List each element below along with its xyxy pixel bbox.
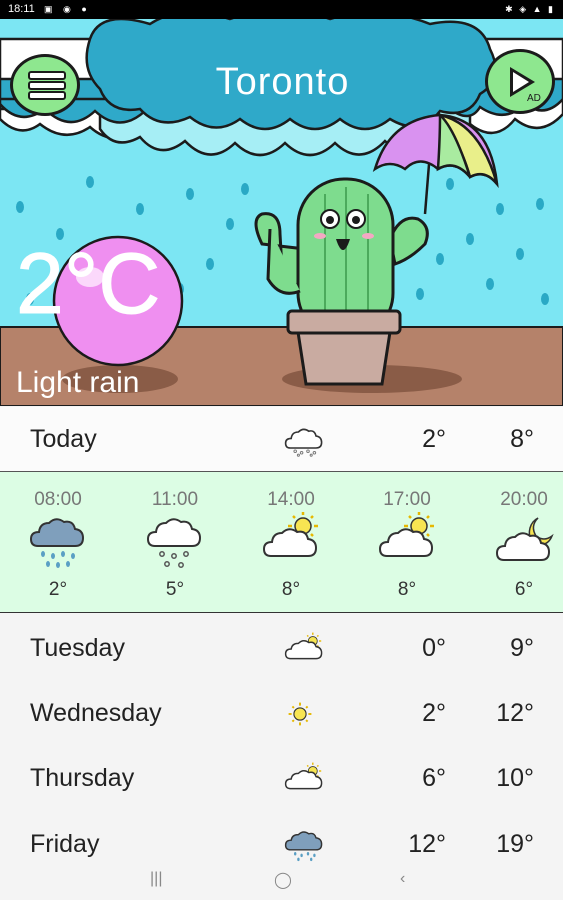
high-temp: 12° xyxy=(496,699,534,727)
hourly-forecast[interactable]: 08:00 2° 11:00 5° 14:00 8° 17:00 8° 20:0… xyxy=(0,472,563,613)
watch-ad-button[interactable]: AD xyxy=(485,49,555,114)
hour-temp: 2° xyxy=(48,579,68,600)
rain-cloud-icon xyxy=(284,831,323,862)
status-time: 18:11 xyxy=(8,3,35,15)
hour-temp: 8° xyxy=(397,579,417,600)
hour-time: 08:00 xyxy=(34,489,82,510)
day-label: Wednesday xyxy=(30,699,162,727)
status-bar: 18:11 ▣ ◉ ● ✱ ◈ ▲ ▮ xyxy=(0,0,563,19)
hour-time: 20:00 xyxy=(500,489,548,510)
back-button[interactable]: ‹ xyxy=(400,870,405,888)
high-temp: 9° xyxy=(510,634,534,662)
high-temp: 10° xyxy=(496,764,534,792)
hamburger-icon-bar xyxy=(28,81,66,90)
today-row[interactable]: Today 2° 8° xyxy=(0,407,563,472)
daily-row-thursday[interactable]: Thursday 6° 10° xyxy=(0,746,563,810)
low-temp: 2° xyxy=(422,425,446,453)
current-temperature: 2°C xyxy=(15,236,161,332)
partly-cloudy-night-icon xyxy=(495,517,554,561)
day-label: Thursday xyxy=(30,764,135,792)
partly-sunny-icon xyxy=(262,512,320,557)
hamburger-icon-bar xyxy=(28,91,66,100)
day-label: Today xyxy=(30,425,97,453)
weather-illustration: Toronto AD 2°C Light rain xyxy=(0,19,563,406)
partly-sunny-icon xyxy=(284,762,323,790)
light-rain-icon xyxy=(284,428,323,457)
low-temp: 6° xyxy=(422,764,446,792)
hour-temp: 8° xyxy=(281,579,301,600)
low-temp: 0° xyxy=(422,634,446,662)
low-temp: 2° xyxy=(422,699,446,727)
city-title: Toronto xyxy=(215,61,350,103)
notification-icons: ▣ ◉ ● xyxy=(44,4,91,14)
partly-sunny-icon xyxy=(378,512,436,557)
high-temp: 8° xyxy=(510,425,534,453)
hour-time: 11:00 xyxy=(151,489,199,510)
play-icon-fill xyxy=(513,72,529,92)
hour-time: 17:00 xyxy=(383,489,431,510)
hamburger-icon xyxy=(28,71,66,80)
daily-row-tuesday[interactable]: Tuesday 0° 9° xyxy=(0,616,563,680)
rain-cloud-icon xyxy=(29,518,85,568)
recent-apps-button[interactable]: ||| xyxy=(150,870,162,888)
home-button[interactable]: ◯ xyxy=(274,870,292,890)
system-nav-bar: ||| ◯ ‹ xyxy=(0,862,563,900)
day-label: Friday xyxy=(30,830,100,858)
day-label: Tuesday xyxy=(30,634,125,662)
current-condition: Light rain xyxy=(16,366,140,399)
high-temp: 19° xyxy=(496,830,534,858)
menu-button[interactable] xyxy=(10,54,80,116)
hour-temp: 6° xyxy=(514,579,534,600)
sun-icon xyxy=(287,701,313,727)
ad-label: AD xyxy=(527,93,541,104)
light-rain-icon xyxy=(146,518,202,568)
hour-time: 14:00 xyxy=(267,489,315,510)
hour-temp: 5° xyxy=(165,579,185,600)
low-temp: 12° xyxy=(408,830,446,858)
partly-sunny-icon xyxy=(284,632,323,660)
daily-row-wednesday[interactable]: Wednesday 2° 12° xyxy=(0,681,563,745)
system-icons: ✱ ◈ ▲ ▮ xyxy=(505,4,555,14)
